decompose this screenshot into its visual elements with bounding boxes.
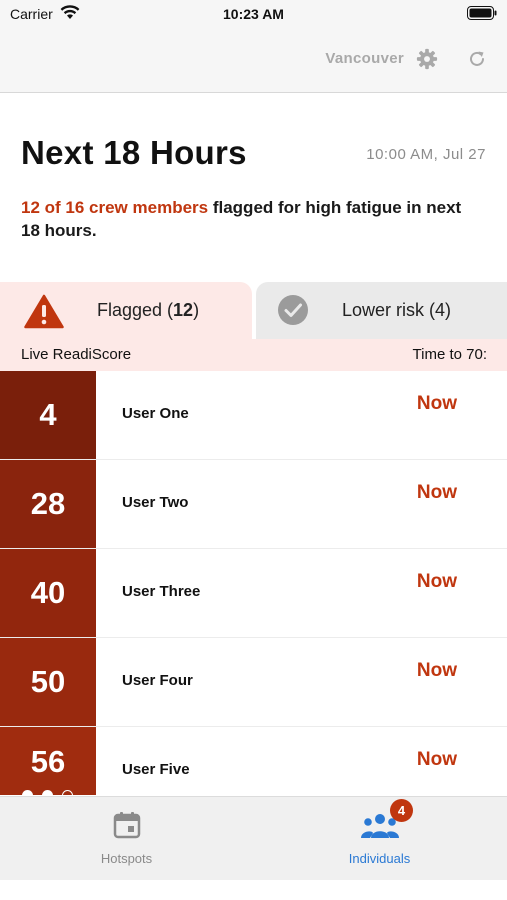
tab-lower-risk[interactable]: Lower risk (4) — [256, 282, 507, 339]
readiscore: 4 — [0, 371, 96, 459]
tab-lower-risk-label: Lower risk (4) — [342, 300, 452, 320]
crew-name: User Two — [122, 494, 189, 511]
time-to-70: Now — [416, 482, 457, 503]
time-to-70: Now — [416, 749, 457, 770]
crew-name: User Four — [122, 672, 193, 689]
readiscore: 40 — [0, 549, 96, 637]
crew-name: User One — [122, 405, 189, 422]
fatigue-summary: 12 of 16 crew members flagged for high f… — [21, 196, 481, 242]
risk-tabs: Flagged (12) Lower risk (4) — [0, 282, 507, 339]
crew-row[interactable]: 28 User Two Now — [0, 460, 507, 549]
readiscore: 50 — [0, 638, 96, 726]
crew-row[interactable]: 56 User Five Now — [0, 727, 507, 795]
gear-icon[interactable] — [416, 48, 438, 70]
readiscore: 56 — [0, 727, 96, 795]
refresh-icon[interactable] — [467, 49, 487, 69]
crew-row[interactable]: 40 User Three Now — [0, 549, 507, 638]
title-timestamp: 10:00 AM, Jul 27 — [366, 146, 486, 163]
bottom-tab-bar: Hotspots 4 Individuals — [0, 796, 507, 880]
tab-individuals[interactable]: 4 Individuals — [253, 797, 506, 881]
tab-flagged[interactable]: Flagged (12) — [0, 282, 252, 339]
readiscore: 28 — [0, 460, 96, 548]
check-circle-icon — [278, 295, 308, 325]
battery-icon — [467, 6, 497, 20]
time-to-70: Now — [416, 571, 457, 592]
list-column-header: Live ReadiScore Time to 70: — [0, 339, 507, 371]
tab-individuals-label: Individuals — [348, 851, 411, 866]
crew-name: User Five — [122, 761, 190, 778]
location-label[interactable]: Vancouver — [325, 50, 404, 67]
page-title: Next 18 Hours — [21, 134, 247, 171]
time-to-70: Now — [416, 393, 457, 414]
summary-highlight: 12 of 16 crew members — [21, 198, 209, 217]
score-column-label: Live ReadiScore — [21, 346, 132, 363]
time-column-label: Time to 70: — [412, 346, 487, 363]
crew-name: User Three — [122, 583, 201, 600]
crew-row[interactable]: 4 User One Now — [0, 371, 507, 460]
crew-row[interactable]: 50 User Four Now — [0, 638, 507, 727]
time-to-70: Now — [416, 660, 457, 681]
crew-list[interactable]: 4 User One Now 28 User Two Now 40 User T… — [0, 371, 507, 795]
notification-badge: 4 — [390, 799, 413, 822]
status-time: 10:23 AM — [223, 6, 284, 22]
tab-flagged-label: Flagged (12) — [97, 300, 200, 320]
status-bar: Carrier 10:23 AM — [0, 0, 507, 28]
tab-hotspots-label: Hotspots — [100, 851, 153, 866]
calendar-icon — [113, 812, 141, 839]
warning-icon — [24, 294, 64, 329]
app-header: Vancouver — [0, 28, 507, 93]
tab-hotspots[interactable]: Hotspots — [0, 797, 253, 881]
